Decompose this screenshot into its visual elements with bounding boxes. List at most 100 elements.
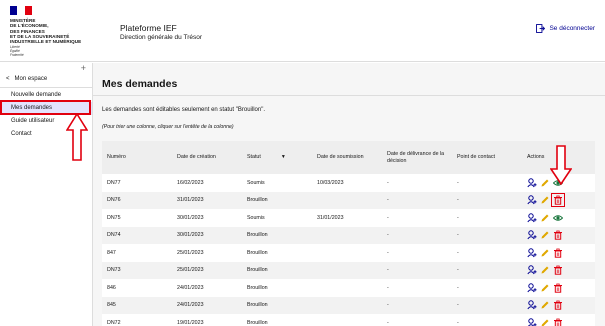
cell-soumission: 10/03/2023 [317, 179, 344, 186]
cell-creation: 24/01/2023 [177, 284, 204, 291]
title-divider [93, 95, 605, 96]
ministry-logo: MINISTÈRE DE L'ÉCONOMIE, DES FINANCES ET… [10, 6, 100, 58]
sidebar-item-contact[interactable]: Contact [0, 128, 92, 141]
cell-numero: DN75 [107, 214, 121, 221]
cell-actions [522, 227, 595, 245]
cell-soumission [312, 192, 382, 210]
collapse-sidebar-icon[interactable]: + [81, 64, 86, 73]
logout-icon [536, 24, 546, 33]
row-actions [527, 300, 595, 310]
cell-creation: 31/01/2023 [177, 197, 204, 204]
cell-delivrance: - [387, 249, 389, 256]
assign-user-icon[interactable] [527, 213, 537, 223]
cell-contact: - [457, 214, 459, 221]
cell-actions [522, 297, 595, 315]
cell-statut: Soumis [247, 214, 265, 221]
cell-statut: Soumis [247, 179, 265, 186]
pencil-edit-icon[interactable] [540, 195, 550, 205]
col-header-date-creation[interactable]: Date de création [172, 141, 242, 174]
cell-statut: Brouillon [247, 232, 268, 239]
cell-contact: - [457, 267, 459, 274]
requests-table-body: DN77 16/02/2023 Soumis 10/03/2023 - - DN76 31/0… [102, 174, 595, 326]
cell-actions [522, 262, 595, 280]
cell-actions [522, 209, 595, 227]
sidebar-item-guide-utilisateur[interactable]: Guide utilisateur [0, 115, 92, 128]
table-row: DN76 31/01/2023 Brouillon - - [102, 191, 595, 210]
cell-contact: - [457, 319, 459, 326]
cell-numero: DN72 [107, 319, 121, 326]
assign-user-icon[interactable] [527, 178, 537, 188]
cell-creation: 24/01/2023 [177, 302, 204, 309]
assign-user-icon[interactable] [527, 230, 537, 240]
assign-user-icon[interactable] [527, 248, 537, 258]
logout-label: Se déconnecter [549, 25, 595, 32]
logout-button[interactable]: Se déconnecter [536, 24, 595, 33]
assign-user-icon[interactable] [527, 195, 537, 205]
flag-blue-stripe [10, 6, 18, 15]
trash-delete-icon[interactable] [553, 318, 563, 326]
header: MINISTÈRE DE L'ÉCONOMIE, DES FINANCES ET… [0, 0, 605, 62]
table-row: DN72 19/01/2023 Brouillon - - [102, 314, 595, 326]
filter-icon[interactable]: ▼ [281, 154, 286, 161]
row-actions [527, 283, 595, 293]
eye-view-icon[interactable] [553, 213, 563, 223]
cell-contact: - [457, 249, 459, 256]
col-header-point-contact[interactable]: Point de contact [452, 141, 522, 174]
cell-actions [522, 244, 595, 262]
cell-contact: - [457, 179, 459, 186]
cell-actions [522, 279, 595, 297]
trash-delete-icon[interactable] [553, 230, 563, 240]
back-label: Mon espace [14, 76, 48, 82]
cell-actions [522, 192, 595, 210]
page-title: Mes demandes [102, 78, 178, 90]
trash-delete-icon[interactable] [551, 193, 565, 208]
flag-red-stripe [24, 6, 32, 15]
col-header-statut[interactable]: Statut ▼ [242, 141, 312, 174]
cell-delivrance: - [387, 179, 389, 186]
row-actions [527, 318, 595, 326]
assign-user-icon[interactable] [527, 300, 537, 310]
col-header-numero[interactable]: Numéro [102, 141, 172, 174]
col-header-date-delivrance[interactable]: Date de délivrance de la décision [382, 141, 452, 174]
republic-motto: Liberté Égalité Fraternité [10, 45, 24, 58]
trash-delete-icon[interactable] [553, 248, 563, 258]
trash-delete-icon[interactable] [553, 265, 563, 275]
assign-user-icon[interactable] [527, 283, 537, 293]
row-actions [527, 178, 595, 188]
pencil-edit-icon[interactable] [540, 178, 550, 188]
trash-delete-icon[interactable] [553, 283, 563, 293]
table-row: 846 24/01/2023 Brouillon - - [102, 279, 595, 297]
eye-view-icon[interactable] [553, 178, 563, 188]
table-row: DN77 16/02/2023 Soumis 10/03/2023 - - [102, 174, 595, 192]
col-header-date-soumission[interactable]: Date de soumission [312, 141, 382, 174]
cell-soumission [312, 297, 382, 315]
table-row: DN73 25/01/2023 Brouillon - - [102, 261, 595, 280]
pencil-edit-icon[interactable] [540, 248, 550, 258]
back-to-mon-espace[interactable]: < Mon espace [6, 76, 47, 82]
pencil-edit-icon[interactable] [540, 213, 550, 223]
cell-delivrance: - [387, 197, 389, 204]
cell-creation: 25/01/2023 [177, 249, 204, 256]
table-row: DN74 30/01/2023 Brouillon - - [102, 226, 595, 245]
requests-table-container: Numéro Date de création Statut ▼ Date de … [102, 141, 595, 326]
sidebar-item-nouvelle-demande[interactable]: Nouvelle demande [0, 89, 92, 102]
pencil-edit-icon[interactable] [540, 265, 550, 275]
cell-creation: 30/01/2023 [177, 214, 204, 221]
trash-delete-icon[interactable] [553, 300, 563, 310]
cell-contact: - [457, 284, 459, 291]
col-header-statut-label: Statut [247, 154, 261, 160]
pencil-edit-icon[interactable] [540, 230, 550, 240]
cell-statut: Brouillon [247, 267, 268, 274]
assign-user-icon[interactable] [527, 265, 537, 275]
cell-actions [522, 174, 595, 192]
pencil-edit-icon[interactable] [540, 300, 550, 310]
cell-soumission: 31/01/2023 [317, 214, 344, 221]
cell-numero: DN77 [107, 179, 121, 186]
assign-user-icon[interactable] [527, 318, 537, 326]
cell-numero: 847 [107, 249, 116, 256]
sidebar-item-mes-demandes[interactable]: Mes demandes [0, 102, 92, 115]
pencil-edit-icon[interactable] [540, 318, 550, 326]
requests-table: Numéro Date de création Statut ▼ Date de … [102, 141, 595, 326]
table-row: DN75 30/01/2023 Soumis 31/01/2023 - - [102, 209, 595, 227]
pencil-edit-icon[interactable] [540, 283, 550, 293]
